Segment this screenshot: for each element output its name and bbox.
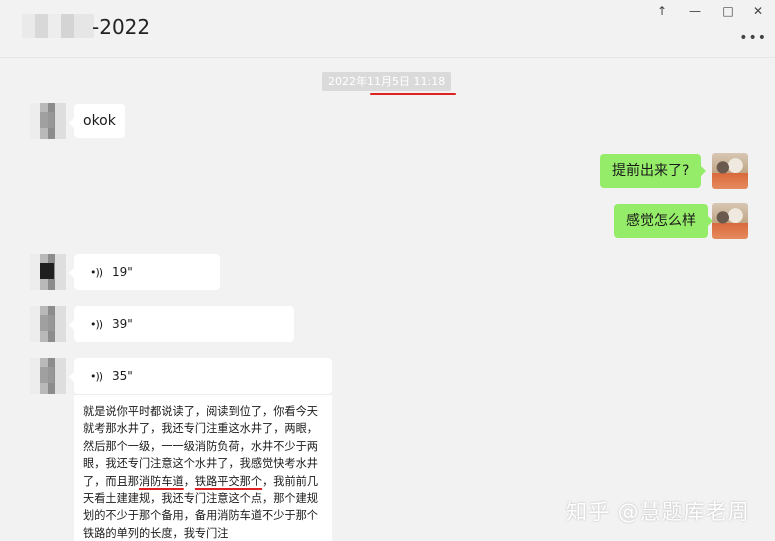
contact-name-redacted (22, 14, 94, 38)
pin-icon[interactable]: ↑ (652, 2, 672, 20)
maximize-button[interactable]: □ (718, 2, 738, 20)
more-options-icon[interactable]: ••• (739, 30, 767, 46)
message-text: okok (83, 113, 116, 129)
message-text: 提前出来了? (612, 163, 690, 179)
self-avatar[interactable] (712, 153, 748, 189)
self-avatar[interactable] (712, 203, 748, 239)
message-bubble-received: okok (69, 104, 125, 138)
contact-avatar[interactable] (30, 358, 66, 394)
voice-duration: 39" (112, 317, 133, 331)
close-button[interactable]: ✕ (748, 2, 768, 20)
voice-transcript: 就是说你平时都说读了，阅读到位了，你看今天就考那水井了，我还专门注重这水井了，两… (74, 394, 332, 541)
contact-avatar[interactable] (30, 306, 66, 342)
watermark: 知乎 @慧题库老周 (566, 500, 750, 524)
message-bubble-sent: 提前出来了? (600, 154, 707, 188)
message-timestamp: 2022年11月5日 11:18 (322, 72, 452, 91)
voice-duration: 19" (112, 265, 133, 279)
timestamp-annotation-underline (370, 93, 456, 95)
transcript-text: ， (183, 474, 195, 488)
chat-title: -2022 (92, 15, 151, 39)
transcript-highlight: 消防车道 (138, 474, 184, 488)
voice-duration: 35" (112, 369, 133, 383)
voice-message[interactable]: •)) 35" (69, 358, 332, 394)
voice-wave-icon: •)) (90, 370, 103, 383)
contact-avatar[interactable] (30, 254, 66, 290)
minimize-button[interactable]: — (685, 2, 705, 20)
title-bar: -2022 ↑ — □ ✕ ••• (0, 0, 775, 58)
voice-wave-icon: •)) (90, 318, 103, 331)
message-text: 感觉怎么样 (626, 213, 696, 229)
transcript-highlight: 铁路平交那个 (194, 474, 263, 488)
message-bubble-sent: 感觉怎么样 (614, 204, 713, 238)
voice-message[interactable]: •)) 19" (69, 254, 220, 290)
voice-message[interactable]: •)) 39" (69, 306, 294, 342)
contact-avatar[interactable] (30, 103, 66, 139)
voice-wave-icon: •)) (90, 266, 103, 279)
